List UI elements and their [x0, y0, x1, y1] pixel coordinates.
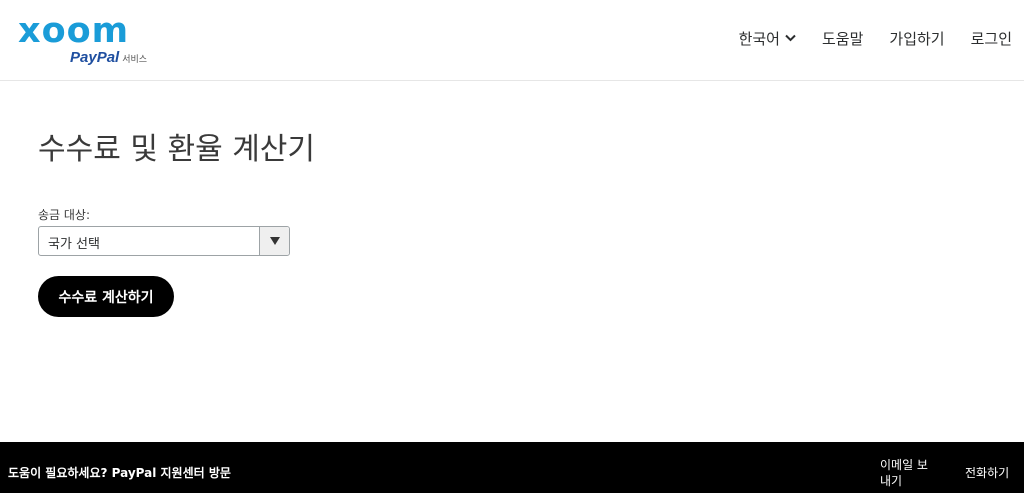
site-footer: 도움이 필요하세요? PayPal 지원센터 방문 이메일 보내기 전화하기 [0, 442, 1024, 493]
calculate-fees-button[interactable]: 수수료 계산하기 [38, 276, 174, 317]
help-center-link[interactable]: 도움이 필요하세요? PayPal 지원센터 방문 [8, 464, 231, 481]
signup-link[interactable]: 가입하기 [889, 28, 944, 49]
chevron-down-icon [785, 34, 796, 42]
login-link[interactable]: 로그인 [971, 28, 1012, 49]
paypal-logo-text: PayPal [70, 49, 120, 66]
select-dropdown-button[interactable] [259, 227, 289, 255]
phone-link[interactable]: 전화하기 [965, 464, 1009, 481]
send-to-label: 송금 대상: [38, 208, 91, 222]
country-select[interactable]: 국가 선택 [38, 226, 290, 256]
language-label: 한국어 [738, 29, 780, 48]
triangle-down-icon [269, 237, 280, 245]
site-header: xoom PayPal 서비스 한국어 도움말 가입하기 로그인 [0, 0, 1024, 81]
service-text: 서비스 [122, 55, 148, 65]
xoom-paypal-logo[interactable]: xoom PayPal 서비스 [18, 11, 158, 66]
language-selector[interactable]: 한국어 [739, 28, 796, 49]
page-title: 수수료 및 환율 계산기 [38, 132, 316, 167]
country-select-value: 국가 선택 [48, 237, 100, 252]
paypal-service-label: PayPal 서비스 [70, 47, 147, 66]
top-nav: 한국어 도움말 가입하기 로그인 [739, 26, 1012, 50]
email-link[interactable]: 이메일 보내기 [880, 457, 936, 489]
xoom-logo-text: xoom [18, 11, 130, 51]
help-link[interactable]: 도움말 [822, 28, 863, 49]
